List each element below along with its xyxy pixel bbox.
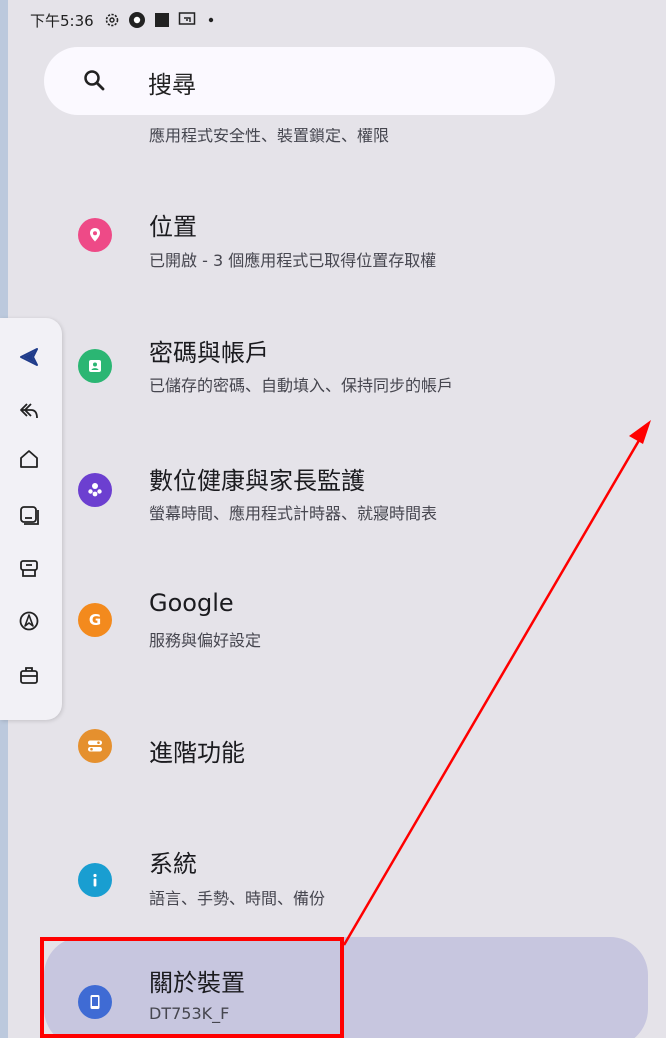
settings-item-title: 系統 [149, 850, 197, 878]
advanced-icon [78, 729, 112, 763]
settings-item-subtitle: 已儲存的密碼、自動填入、保持同步的帳戶 [149, 376, 454, 395]
settings-item-title: 關於裝置 [149, 969, 245, 997]
settings-item-google[interactable]: G Google 服務與偏好設定 [8, 585, 666, 675]
settings-item-location[interactable]: 位置 已開啟 - 3 個應用程式已取得位置存取權 [8, 195, 666, 285]
cast-status-icon [178, 11, 198, 29]
settings-item-digital-wellbeing[interactable]: 數位健康與家長監護 螢幕時間、應用程式計時器、就寢時間表 [8, 455, 666, 545]
account-icon [78, 349, 112, 383]
location-icon [78, 218, 112, 252]
dot-status-icon [206, 15, 216, 25]
settings-item-about-device[interactable]: 關於裝置 DT753K_F [8, 955, 666, 1038]
security-item-subtitle-partial: 應用程式安全性、裝置鎖定、權限 [149, 126, 390, 145]
floating-side-nav [0, 318, 62, 720]
settings-screen: 下午5:36 搜尋 應用程式安全性、裝置鎖定、權限 位置 已開啟 - 3 個應用… [8, 0, 666, 1038]
settings-item-title: Google [149, 589, 234, 617]
tray-icon[interactable] [16, 556, 42, 582]
settings-item-title: 數位健康與家長監護 [149, 467, 365, 495]
device-icon [78, 985, 112, 1019]
reply-icon[interactable] [16, 398, 42, 424]
settings-item-passwords-accounts[interactable]: 密碼與帳戶 已儲存的密碼、自動填入、保持同步的帳戶 [8, 325, 666, 415]
settings-item-title: 密碼與帳戶 [149, 339, 269, 367]
status-bar: 下午5:36 [30, 8, 216, 32]
settings-item-subtitle: 螢幕時間、應用程式計時器、就寢時間表 [149, 504, 438, 523]
settings-item-subtitle: DT753K_F [149, 1004, 230, 1023]
settings-item-subtitle: 服務與偏好設定 [149, 631, 262, 650]
settings-item-title: 位置 [149, 213, 197, 241]
settings-item-advanced-features[interactable]: 進階功能 [8, 715, 666, 785]
record-status-icon [128, 11, 146, 29]
settings-item-title: 進階功能 [149, 739, 245, 767]
recent-apps-icon[interactable] [16, 502, 42, 528]
settings-gear-status-icon [104, 12, 120, 28]
wellbeing-icon [78, 473, 112, 507]
google-icon: G [78, 603, 112, 637]
home-icon[interactable] [16, 446, 42, 472]
search-icon [82, 68, 106, 96]
briefcase-icon[interactable] [16, 662, 42, 688]
svg-text:G: G [89, 611, 101, 629]
search-bar[interactable]: 搜尋 [44, 47, 555, 115]
settings-item-subtitle: 已開啟 - 3 個應用程式已取得位置存取權 [149, 251, 437, 270]
settings-item-system[interactable]: 系統 語言、手勢、時間、備份 [8, 840, 666, 930]
info-icon [78, 863, 112, 897]
compass-icon[interactable] [16, 608, 42, 634]
status-time: 下午5:36 [30, 11, 94, 30]
back-triangle-icon[interactable] [16, 344, 42, 370]
settings-item-subtitle: 語言、手勢、時間、備份 [149, 889, 326, 908]
search-label: 搜尋 [148, 71, 196, 99]
square-status-icon [154, 12, 170, 28]
